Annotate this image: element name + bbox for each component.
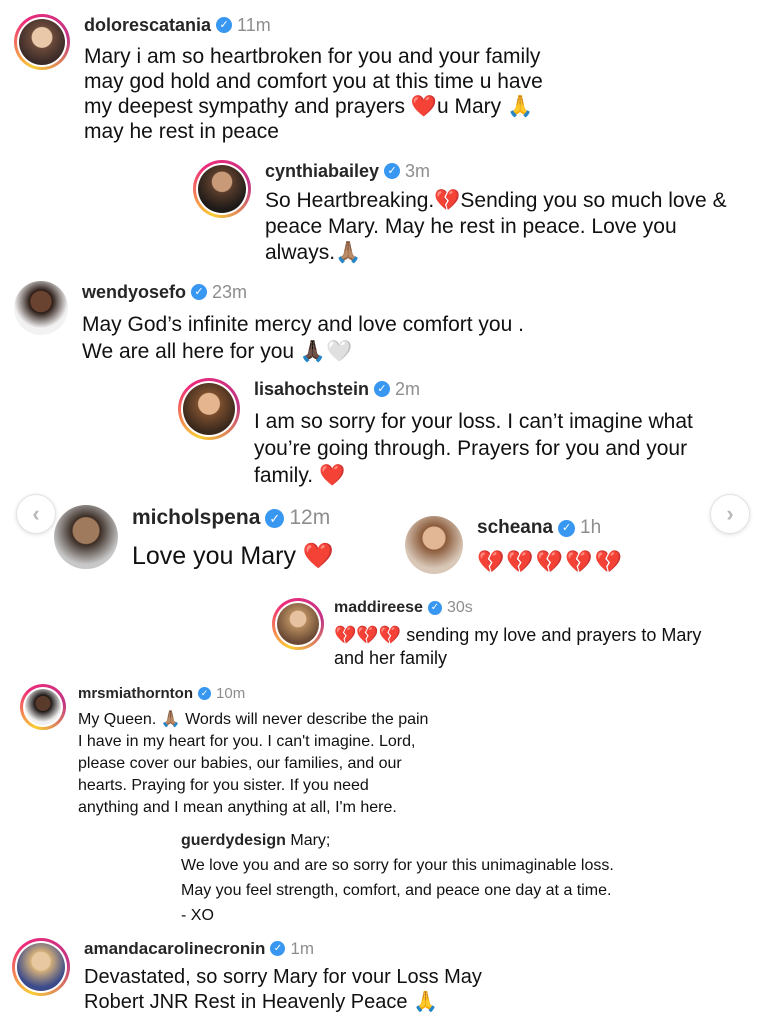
- comment-micholspena: micholspena ✓ 12m Love you Mary ❤️: [54, 505, 334, 571]
- comment-text: So Heartbreaking.💔Sending you so much lo…: [265, 189, 727, 264]
- username[interactable]: amandacarolinecronin: [84, 938, 265, 959]
- comment-guerdydesign: guerdydesign Mary; We love you and are s…: [181, 828, 614, 928]
- verified-badge-icon: ✓: [427, 601, 442, 615]
- username[interactable]: guerdydesign: [181, 832, 286, 849]
- timestamp: 1m: [290, 939, 315, 958]
- comment-mrsmiathornton: mrsmiathornton ✓ 10m My Queen. 🙏🏽 Words …: [20, 684, 428, 819]
- avatar[interactable]: [405, 516, 463, 574]
- username[interactable]: lisahochstein: [254, 378, 369, 400]
- avatar[interactable]: [14, 14, 70, 70]
- avatar[interactable]: [14, 281, 68, 335]
- comment-text: 💔💔💔 sending my love and prayers to Mary …: [334, 625, 702, 668]
- comment-wendyosefo: wendyosefo ✓ 23m May God’s infinite merc…: [14, 281, 524, 365]
- username[interactable]: mrsmiathornton: [78, 684, 193, 703]
- comment-text: 💔💔💔💔💔: [477, 549, 624, 574]
- verified-badge-icon: ✓: [198, 687, 212, 700]
- timestamp: 2m: [395, 379, 421, 399]
- verified-badge-icon: ✓: [265, 508, 285, 528]
- avatar[interactable]: [20, 684, 66, 730]
- next-arrow-button[interactable]: ›: [710, 494, 750, 534]
- timestamp: 12m: [289, 506, 331, 529]
- verified-badge-icon: ✓: [270, 941, 286, 956]
- username[interactable]: scheana: [477, 516, 553, 540]
- timestamp: 3m: [405, 161, 431, 181]
- timestamp: 30s: [446, 599, 473, 616]
- username[interactable]: cynthiabailey: [265, 160, 379, 182]
- comment-text: I am so sorry for your loss. I can’t ima…: [254, 410, 693, 487]
- avatar[interactable]: [12, 938, 70, 996]
- comment-maddireese: maddireese ✓ 30s 💔💔💔 sending my love and…: [272, 598, 701, 670]
- timestamp: 1h: [580, 517, 602, 538]
- verified-badge-icon: ✓: [216, 17, 233, 33]
- comment-lisahochstein: lisahochstein ✓ 2m I am so sorry for you…: [178, 378, 693, 489]
- prev-arrow-button[interactable]: ‹: [16, 494, 56, 534]
- comment-text: Devastated, so sorry Mary for vour Loss …: [84, 966, 482, 1013]
- timestamp: 10m: [216, 685, 246, 702]
- avatar[interactable]: [272, 598, 324, 650]
- username[interactable]: wendyosefo: [82, 281, 186, 303]
- timestamp: 23m: [212, 282, 248, 302]
- avatar[interactable]: [178, 378, 240, 440]
- verified-badge-icon: ✓: [558, 519, 576, 537]
- verified-badge-icon: ✓: [384, 163, 401, 179]
- comment-scheana: scheana ✓ 1h 💔💔💔💔💔: [405, 516, 624, 576]
- comment-text: May God’s infinite mercy and love comfor…: [82, 313, 524, 363]
- comment-text: guerdydesign Mary; We love you and are s…: [181, 832, 614, 924]
- timestamp: 11m: [237, 15, 271, 35]
- username[interactable]: maddireese: [334, 598, 423, 618]
- comment-dolorescatania: dolorescatania ✓ 11m Mary i am so heartb…: [14, 14, 543, 144]
- verified-badge-icon: ✓: [374, 381, 391, 397]
- avatar[interactable]: [193, 160, 251, 218]
- comment-cynthiabailey: cynthiabailey ✓ 3m So Heartbreaking.💔Sen…: [193, 160, 727, 266]
- verified-badge-icon: ✓: [191, 284, 208, 300]
- comment-text: My Queen. 🙏🏽 Words will never describe t…: [78, 711, 429, 816]
- comment-text: Mary i am so heartbroken for you and you…: [84, 45, 543, 143]
- username[interactable]: micholspena: [132, 505, 260, 531]
- comment-text: Love you Mary ❤️: [132, 542, 335, 570]
- username[interactable]: dolorescatania: [84, 14, 211, 36]
- avatar[interactable]: [54, 505, 118, 569]
- comment-amandacarolinecronin: amandacarolinecronin ✓ 1m Devastated, so…: [12, 938, 482, 1015]
